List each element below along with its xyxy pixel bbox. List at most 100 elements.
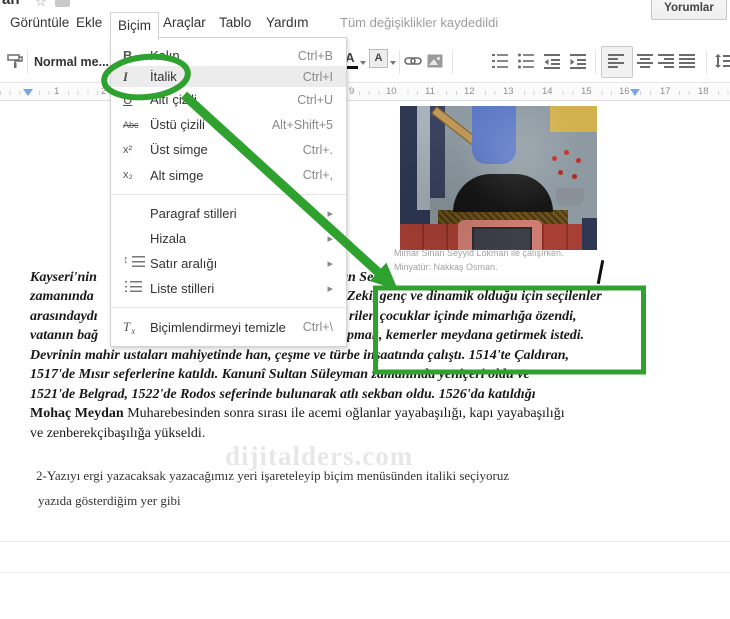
justify-icon[interactable] [679,54,695,68]
numbered-list-icon[interactable] [491,52,509,70]
menu-item-liste-stilleri[interactable]: Liste stilleri [111,276,346,301]
left-indent-marker[interactable] [23,89,33,96]
ruler-number: 17 [658,86,673,97]
list-styles-icon [123,281,150,296]
menu-item-ustu-cizili[interactable]: Abc Üstü çizili Alt+Shift+5 [111,112,346,137]
doc-line[interactable]: pmak, kemerler meydana getirmek istedi. [347,328,584,344]
doc-line[interactable]: 2-Yazıyı ergi yazacaksak yazacağımız yer… [36,468,509,484]
menu-bicim-active[interactable]: Biçim [110,12,159,40]
menu-item-label: İtalik [150,69,177,84]
menu-ekle[interactable]: Ekle [76,15,102,30]
ruler-number: 18 [696,86,711,97]
menu-item-alti-cizili[interactable]: U Altı çizili Ctrl+U [111,87,346,112]
image-caption-line2: Minyatür: Nakkaş Osman. [394,262,498,272]
menu-item-ust-simge[interactable]: x² Üst simge Ctrl+. [111,137,346,162]
menu-item-shortcut: Ctrl+\ [302,320,333,334]
miniature-texture [400,106,597,250]
line-spacing-icon [123,254,150,271]
highlight-color-caret-icon[interactable] [390,61,396,65]
insert-image-icon[interactable] [426,52,444,70]
menu-item-label: Üstü çizili [150,117,205,132]
page-divider [0,572,730,573]
underline-icon: U [123,92,133,107]
increase-indent-icon[interactable] [569,52,587,70]
image-caption-line1: Mimar Sinan Seyyid Lokman ile çalışırken… [394,248,564,258]
doc-line[interactable]: vatanın bağ [30,328,98,344]
menu-item-paragraf-stilleri[interactable]: Paragraf stilleri [111,201,346,226]
doc-line[interactable]: arasındaydı [30,309,98,325]
ruler-number: 2 [99,86,109,97]
doc-regular-run: Muharebesinden sonra sırası ile acemi oğ… [123,406,565,421]
star-icon[interactable]: ☆ [35,0,47,10]
document-image-miniature[interactable] [400,106,597,250]
menu-item-kalin[interactable]: B Kalın Ctrl+B [111,45,346,66]
doc-line[interactable]: 1517'de Mısır seferlerine katıldı. Kanun… [30,367,530,383]
menu-separator [111,194,346,195]
menu-item-label: Biçimlendirmeyi temizle [150,319,286,335]
ruler-number: 11 [423,86,437,97]
align-right-icon[interactable] [658,54,674,68]
paint-format-icon[interactable] [6,52,24,70]
doc-line[interactable]: 1521'de Belgrad, 1522'de Rodos seferinde… [30,387,536,403]
menu-yardim[interactable]: Yardım [266,15,309,30]
clear-formatting-icon: T [123,319,150,336]
bold-icon: B [123,48,133,63]
doc-line[interactable]: ve zenberekçibaşılığa yükseldi. [30,426,205,442]
menu-item-bicimlendirmeyi-temizle[interactable]: T Biçimlendirmeyi temizle Ctrl+\ [111,314,346,340]
menu-item-italik[interactable]: I İtalik Ctrl+I [111,66,346,87]
text-color-caret-icon[interactable] [360,61,366,65]
menu-araclar[interactable]: Araçlar [163,15,206,30]
highlight-color-icon[interactable]: A [369,49,388,68]
ruler-number: 10 [384,86,399,97]
doc-line[interactable]: an Selim [341,270,392,286]
line-spacing-icon[interactable] [714,52,730,70]
bulleted-list-icon[interactable] [517,52,535,70]
toolbar-separator [399,50,400,74]
menu-item-shortcut: Ctrl+. [302,142,333,157]
document-title-fragment[interactable]: an [2,0,20,8]
doc-line[interactable]: yazıda gösterdiğim yer gibi [38,493,181,509]
folder-icon[interactable] [55,0,70,7]
doc-line[interactable]: Kayseri'nin [30,270,97,286]
menu-tablo[interactable]: Tablo [219,15,251,30]
ruler-number: 14 [540,86,555,97]
doc-line[interactable]: Devrinin mahir ustaları mahiyetinde han,… [30,348,569,364]
menu-item-label: Kalın [150,48,180,63]
insert-link-icon[interactable] [404,52,422,70]
menu-item-label: Alt simge [150,167,204,183]
text-cursor [596,259,604,285]
menu-item-label: Satır aralığı [150,256,218,271]
menu-item-hizala[interactable]: Hizala [111,226,346,251]
paragraph-style-dropdown[interactable]: Normal me... [34,55,109,69]
menu-item-shortcut: Alt+Shift+5 [271,117,333,132]
subscript-icon: x₂ [123,169,133,181]
ruler-number: 12 [462,86,477,97]
menu-item-label: Altı çizili [150,92,197,107]
page-divider [0,541,730,542]
menu-item-shortcut: Ctrl+I [302,69,333,84]
doc-line[interactable]: zamanında [30,289,94,305]
strikethrough-icon: Abc [123,119,139,130]
toolbar-separator [706,50,707,74]
menu-goruntule[interactable]: Görüntüle [10,15,69,30]
decrease-indent-icon[interactable] [543,52,561,70]
superscript-icon: x² [123,143,133,156]
align-left-icon[interactable] [608,54,624,68]
right-indent-marker[interactable] [630,89,640,96]
menu-item-label: Liste stilleri [150,281,215,296]
menu-item-label: Üst simge [150,142,208,157]
menu-separator [111,307,346,308]
menu-item-satir-araligi[interactable]: Satır aralığı [111,251,346,276]
doc-line[interactable]: rilen çocuklar içinde mimarlığa özendi, [349,309,577,325]
doc-line[interactable]: Zeki, genç ve dinamik olduğu için seçile… [347,289,602,305]
align-center-icon[interactable] [637,54,653,68]
doc-line[interactable]: Mohaç Meydan Muharebesinden sonra sırası… [30,406,565,422]
ruler-number: 13 [501,86,516,97]
menu-item-shortcut: Ctrl+U [297,92,333,107]
menu-item-alt-simge[interactable]: x₂ Alt simge Ctrl+, [111,162,346,188]
doc-bold-run: Mohaç Meydan [30,406,124,421]
ruler-number: 1 [52,86,62,97]
toolbar-separator [595,50,596,74]
toolbar-separator [27,50,28,74]
toolbar-separator [452,50,453,74]
